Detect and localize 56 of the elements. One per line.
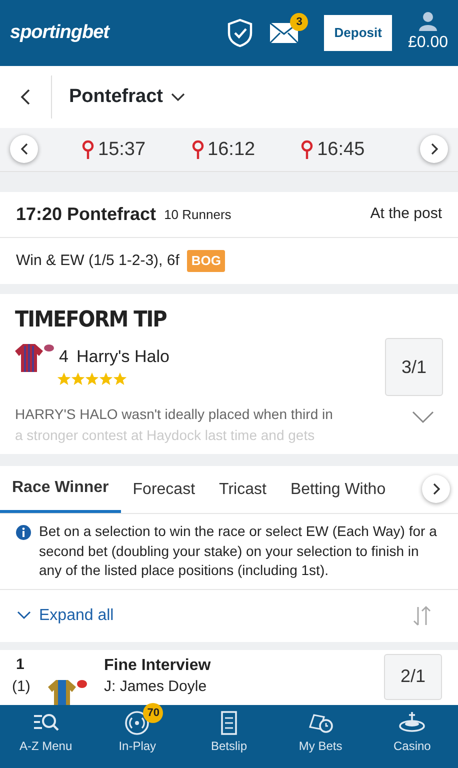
- expand-all-link[interactable]: Expand all: [16, 602, 115, 629]
- shield-check-icon[interactable]: [227, 18, 254, 48]
- odds-button[interactable]: 3/1: [385, 338, 443, 396]
- star-icon: [99, 372, 113, 386]
- race-terms: Win & EW (1/5 1-2-3), 6f: [16, 250, 180, 271]
- star-icon: [113, 372, 127, 386]
- chevron-down-icon: [17, 611, 31, 620]
- pin-icon: [301, 140, 314, 160]
- info-icon: [16, 525, 31, 540]
- count-badge: 3: [290, 12, 308, 31]
- odds-button[interactable]: 2/1: [384, 654, 442, 700]
- runners-count: 10 Runners: [164, 206, 232, 224]
- nav-item[interactable]: Casino: [366, 705, 458, 768]
- star-icon: [85, 372, 99, 386]
- horse-number: 4: [59, 346, 68, 368]
- star-icon: [71, 372, 85, 386]
- user-icon[interactable]: [418, 11, 438, 31]
- nav-item[interactable]: 70 In-Play: [92, 705, 184, 768]
- caret-icon: [170, 92, 185, 102]
- runner-number: 1: [16, 654, 26, 675]
- jockey-name: J: James Doyle: [104, 676, 208, 697]
- jersey-icon: [15, 342, 55, 372]
- market-tab[interactable]: Forecast: [120, 466, 208, 513]
- race-status: At the post: [370, 204, 442, 224]
- scroll-right-button[interactable]: [420, 135, 448, 163]
- nav-item[interactable]: My Bets: [274, 705, 366, 768]
- pin-icon: [192, 140, 204, 160]
- horse-name: Harry's Halo: [76, 346, 170, 368]
- nav-item[interactable]: A-Z Menu: [0, 705, 92, 768]
- race-time-tab[interactable]: 15:37: [70, 128, 158, 171]
- roulette-icon: [398, 711, 426, 735]
- pin-icon: [82, 140, 94, 160]
- balance-text: £0.00: [408, 33, 448, 53]
- runner-name: Fine Interview: [104, 656, 211, 676]
- nav-item[interactable]: Betslip: [183, 705, 275, 768]
- ticket-clock-icon: [306, 711, 335, 735]
- race-time-tab[interactable]: 16:45: [289, 128, 377, 171]
- scroll-right-button[interactable]: [422, 475, 450, 503]
- star-icon: [57, 372, 71, 386]
- sort-icon: [411, 604, 433, 627]
- info-text: Bet on a selection to win the race or select EW (Each Way) for a second bet (doubling your stake) on your selection to finish in any of the listed place positions (including 1st).: [39, 522, 438, 580]
- market-tab[interactable]: Betting Witho: [278, 466, 398, 513]
- race-time-tab[interactable]: 16:12: [180, 128, 268, 171]
- mail-button[interactable]: 3: [269, 12, 308, 44]
- draw-number: (1): [12, 677, 32, 698]
- logo[interactable]: sportingbet: [10, 18, 109, 48]
- venue-dropdown[interactable]: Pontefract: [68, 82, 186, 112]
- market-tab[interactable]: Tricast: [207, 466, 278, 513]
- race-title: 17:20 Pontefract: [16, 203, 156, 226]
- tip-heading: TIMEFORM TIP: [15, 304, 168, 334]
- chevron-down-icon: [412, 410, 434, 424]
- bog-tag: BOG: [187, 250, 225, 272]
- tip-text: HARRY'S HALO wasn't ideally placed when third in: [15, 405, 333, 424]
- scroll-left-button[interactable]: [10, 135, 38, 163]
- deposit-button[interactable]: Deposit: [324, 15, 392, 51]
- count-badge: 70: [143, 703, 164, 723]
